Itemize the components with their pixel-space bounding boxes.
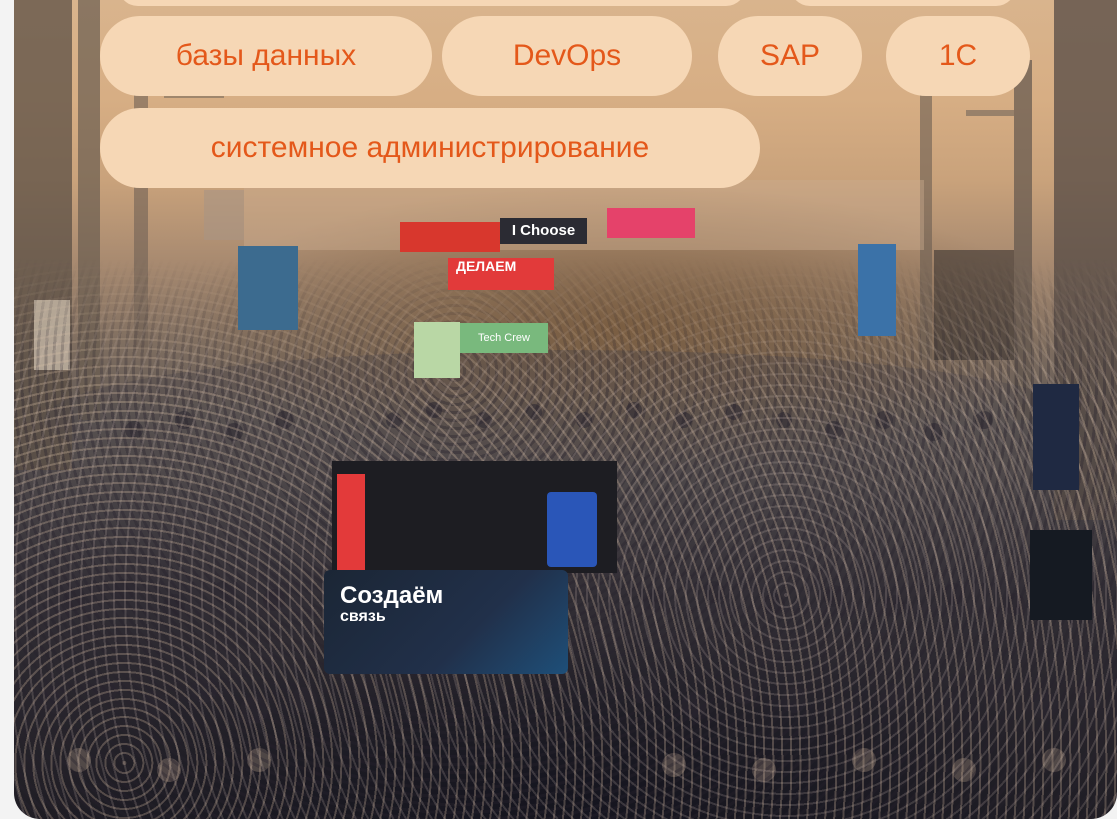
booth-blue-flag	[547, 492, 597, 567]
booth-sozdaem-subtitle: связь	[340, 608, 386, 625]
booth-right-pillar	[858, 244, 896, 336]
booth-sozdaem-title: Создаём	[340, 582, 444, 609]
booth-pink-banner	[607, 208, 695, 238]
booth-sozdaem-banner: Создаём связь	[324, 570, 568, 674]
booth-delaem-sign: ДЕЛАЕМ	[448, 258, 554, 290]
booth-tech-crew-sign: Tech Crew	[460, 323, 548, 353]
tag-partial-left[interactable]	[118, 0, 746, 6]
tag-sap[interactable]: SAP	[718, 16, 862, 96]
booth-red-flag	[337, 474, 365, 584]
tag-system-administration[interactable]: системное администрирование	[100, 108, 760, 188]
booth-right-dark-sign	[1030, 530, 1092, 620]
tag-devops[interactable]: DevOps	[442, 16, 692, 96]
booth-green-panel	[414, 322, 460, 378]
tag-databases[interactable]: базы данных	[100, 16, 432, 96]
event-photo-card: I Choose ДЕЛАЕМ Tech Crew Создаём связь …	[14, 0, 1117, 819]
booth-left-panel	[238, 246, 298, 330]
tag-partial-right[interactable]	[790, 0, 1016, 6]
booth-ichoose-sign: I Choose	[500, 218, 587, 244]
booth-red-banner	[400, 222, 500, 252]
tag-1c[interactable]: 1C	[886, 16, 1030, 96]
booth-right-blue-panel	[1033, 384, 1079, 490]
